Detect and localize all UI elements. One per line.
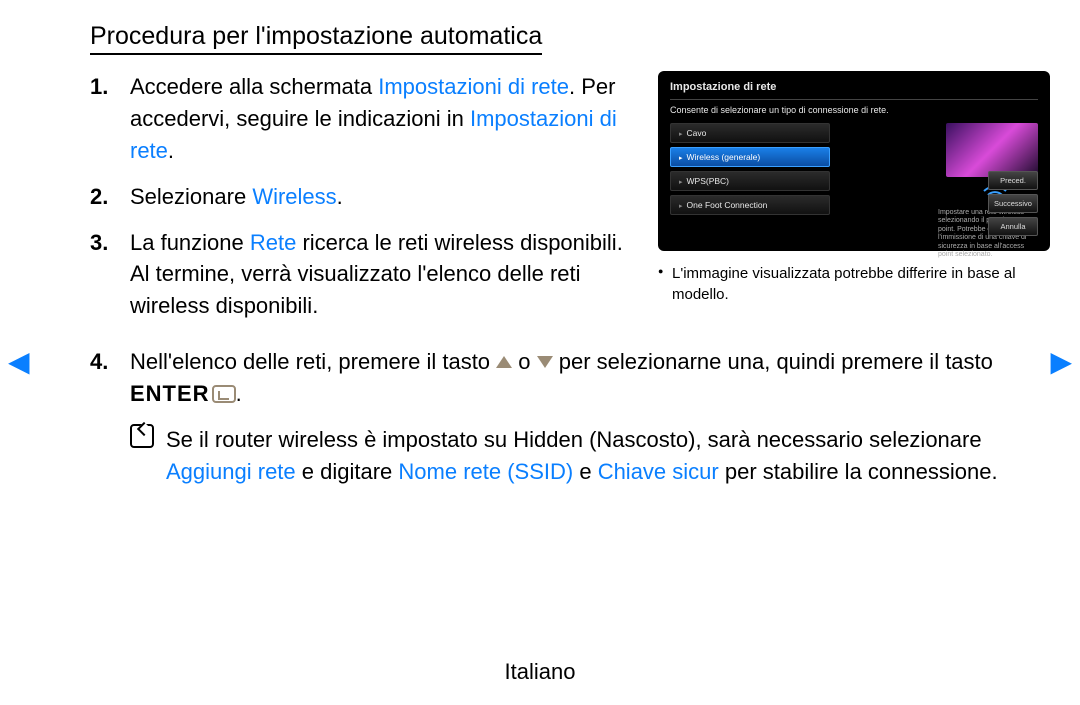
tv-btn-prev: Preced. (988, 171, 1038, 190)
tv-connection-list: Cavo Wireless (generale) WPS(PBC) One Fo… (670, 123, 830, 259)
tv-preview-image (946, 123, 1038, 177)
tv-btn-next: Successivo (988, 194, 1038, 213)
down-arrow-icon (537, 356, 553, 368)
next-page-arrow[interactable]: ▶ (1050, 345, 1072, 378)
step-number: 2. (90, 181, 108, 213)
step-3: 3. La funzione Rete ricerca le reti wire… (90, 227, 638, 323)
step-text: o (512, 349, 536, 374)
note-fragment: e (573, 459, 597, 484)
tv-screenshot: Impostazione di rete Consente di selezio… (658, 71, 1050, 251)
tv-item-wireless: Wireless (generale) (670, 147, 830, 167)
page-title: Procedura per l'impostazione automatica (90, 22, 542, 55)
step-number: 3. (90, 227, 108, 259)
step-text: per selezionarne una, quindi premere il … (553, 349, 993, 374)
enter-key-label: ENTER (130, 381, 210, 406)
step-text: . (168, 138, 174, 163)
step-1: 1. Accedere alla schermata Impostazioni … (90, 71, 638, 167)
note-block: Se il router wireless è impostato su Hid… (90, 424, 1050, 488)
note-icon (130, 424, 158, 488)
steps-list: 1. Accedere alla schermata Impostazioni … (90, 71, 638, 322)
tv-subtitle: Consente di selezionare un tipo di conne… (670, 99, 1038, 115)
step-text: Nell'elenco delle reti, premere il tasto (130, 349, 496, 374)
step-text: La funzione (130, 230, 250, 255)
enter-key-icon (212, 385, 236, 403)
keyword-nome-rete-ssid: Nome rete (SSID) (398, 459, 573, 484)
tv-item-wps: WPS(PBC) (670, 171, 830, 191)
keyword-rete: Rete (250, 230, 296, 255)
keyword-chiave-sicur: Chiave sicur (598, 459, 719, 484)
step-number: 4. (90, 346, 108, 378)
note-fragment: per stabilire la connessione. (719, 459, 998, 484)
prev-page-arrow[interactable]: ◀ (8, 345, 30, 378)
step-text: . (236, 381, 242, 406)
step-text: . (337, 184, 343, 209)
keyword-wireless: Wireless (252, 184, 336, 209)
tv-item-onefoot: One Foot Connection (670, 195, 830, 215)
keyword-impostazioni-di-rete: Impostazioni di rete (378, 74, 569, 99)
step-4: 4. Nell'elenco delle reti, premere il ta… (90, 346, 1050, 410)
note-fragment: e digitare (296, 459, 399, 484)
tv-buttons: Preced. Successivo Annulla (988, 171, 1038, 240)
step-text: Accedere alla schermata (130, 74, 378, 99)
note-fragment: Se il router wireless è impostato su Hid… (166, 427, 982, 452)
tv-item-cavo: Cavo (670, 123, 830, 143)
steps-list-cont: 4. Nell'elenco delle reti, premere il ta… (90, 346, 1050, 410)
screenshot-caption: L'immagine visualizzata potrebbe differi… (658, 263, 1050, 305)
up-arrow-icon (496, 356, 512, 368)
note-text: Se il router wireless è impostato su Hid… (166, 424, 1050, 488)
step-2: 2. Selezionare Wireless. (90, 181, 638, 213)
tv-btn-cancel: Annulla (988, 217, 1038, 236)
keyword-aggiungi-rete: Aggiungi rete (166, 459, 296, 484)
tv-title: Impostazione di rete (670, 81, 1038, 93)
step-number: 1. (90, 71, 108, 103)
footer-language: Italiano (0, 659, 1080, 685)
step-text: Selezionare (130, 184, 252, 209)
